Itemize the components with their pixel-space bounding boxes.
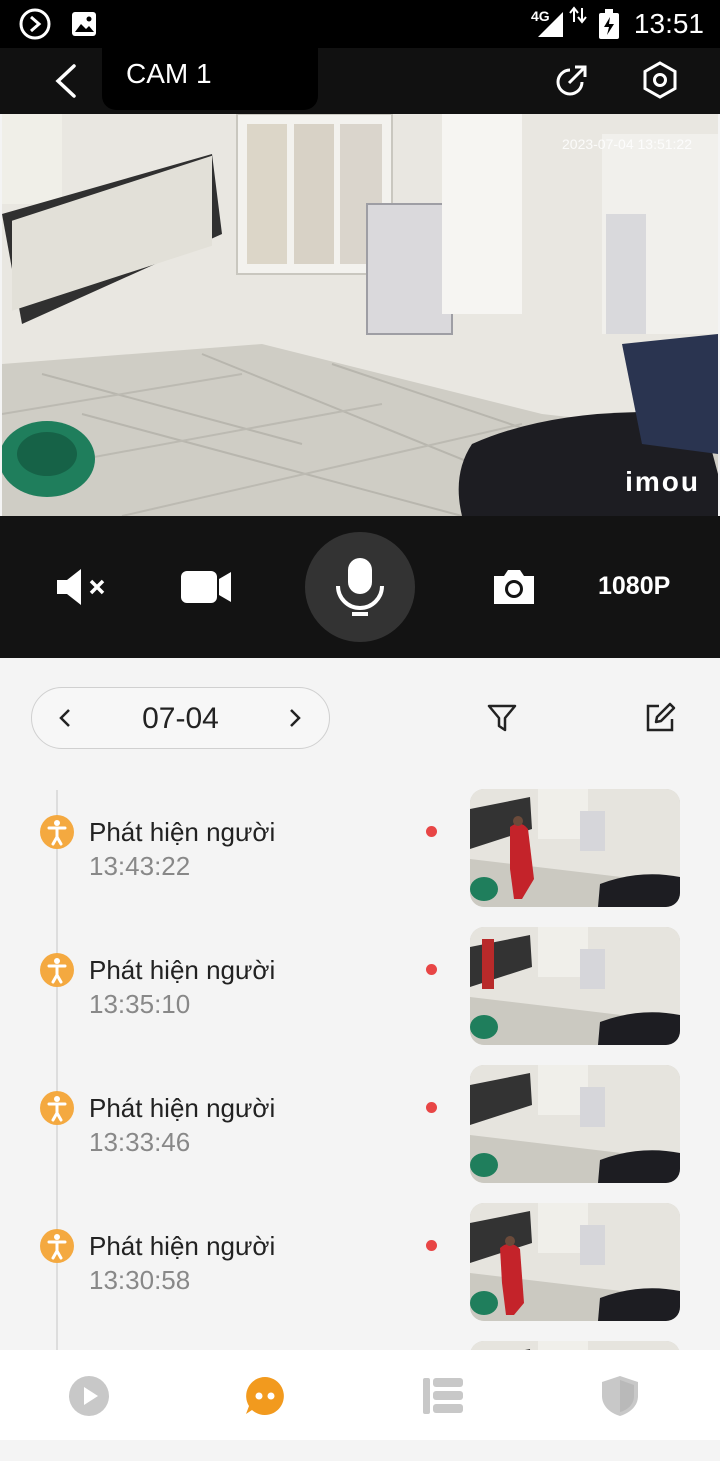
event-thumbnail[interactable] [470, 1203, 680, 1321]
date-selector: 07-04 [31, 687, 330, 749]
person-detection-icon [40, 1091, 74, 1125]
share-icon[interactable] [552, 60, 592, 100]
kitchen-scene [2, 114, 718, 516]
event-thumbnail[interactable] [470, 1065, 680, 1183]
filter-icon[interactable] [486, 702, 518, 734]
unread-indicator [426, 1240, 437, 1251]
data-transfer-icon [569, 6, 587, 24]
video-timestamp: 2023-07-04 13:51:22 [562, 136, 692, 152]
clock: 13:51 [633, 8, 704, 39]
event-item[interactable]: Phát hiện người 13:35:10 [0, 927, 720, 1047]
event-label: Phát hiện người [89, 1093, 276, 1123]
back-icon[interactable] [50, 62, 82, 100]
snapshot-icon[interactable] [490, 568, 538, 606]
edit-icon[interactable] [644, 702, 676, 734]
brand-watermark: imou [625, 466, 700, 497]
tab-live-play-icon[interactable] [67, 1374, 111, 1418]
resolution-toggle[interactable]: 1080P [598, 572, 670, 601]
video-controls: 1080P [0, 516, 720, 658]
status-bar: 4G 13:51 [0, 0, 720, 48]
unread-indicator [426, 826, 437, 837]
mute-icon[interactable] [55, 567, 111, 607]
signal-icon [538, 12, 563, 37]
tab-list-icon[interactable] [421, 1374, 465, 1418]
event-item[interactable]: Phát hiện người 13:33:46 [0, 1065, 720, 1185]
next-day-icon[interactable] [288, 708, 302, 728]
tab-messages-icon[interactable] [243, 1374, 287, 1418]
image-notification-icon [72, 12, 96, 36]
event-label: Phát hiện người [89, 1231, 276, 1261]
event-item[interactable]: Phát hiện người 13:43:22 [0, 789, 720, 909]
event-time: 13:30:58 [89, 1265, 191, 1295]
tab-security-shield-icon[interactable] [598, 1374, 642, 1418]
selected-date[interactable]: 07-04 [32, 702, 329, 736]
event-label: Phát hiện người [89, 955, 276, 985]
event-time: 13:35:10 [89, 989, 191, 1019]
person-detection-icon [40, 1229, 74, 1263]
talk-button[interactable] [305, 532, 415, 642]
event-item[interactable]: Phát hiện người 13:30:58 [0, 1203, 720, 1323]
microphone-icon [336, 558, 384, 616]
live-video-feed[interactable]: 2023-07-04 13:51:22 imou [2, 114, 718, 516]
battery-icon [599, 9, 619, 39]
bottom-navigation [0, 1350, 720, 1440]
event-time: 13:33:46 [89, 1127, 191, 1157]
unread-indicator [426, 1102, 437, 1113]
record-video-icon[interactable] [180, 569, 232, 605]
top-bar: CAM 1 [0, 48, 720, 114]
person-detection-icon [40, 815, 74, 849]
person-detection-icon [40, 953, 74, 987]
event-time: 13:43:22 [89, 851, 191, 881]
unread-indicator [426, 964, 437, 975]
event-thumbnail[interactable] [470, 789, 680, 907]
app-notification-icon [19, 8, 51, 40]
settings-icon[interactable] [640, 60, 680, 100]
event-label: Phát hiện người [89, 817, 276, 847]
camera-title: CAM 1 [126, 58, 212, 89]
event-thumbnail[interactable] [470, 927, 680, 1045]
